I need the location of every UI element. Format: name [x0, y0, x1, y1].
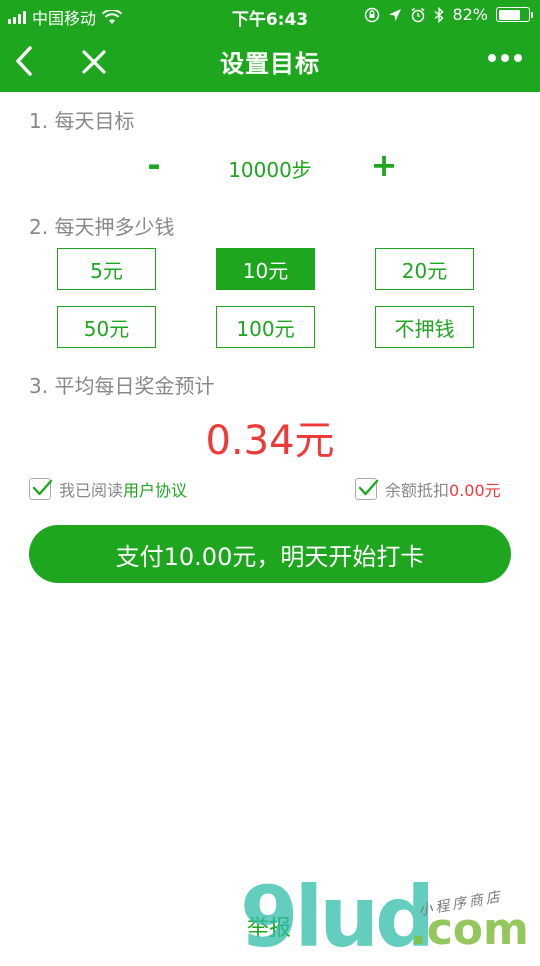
status-bar: 中国移动 下午6:43 82% — [0, 0, 540, 30]
watermark-sub: 小程序商店 — [417, 888, 504, 920]
deposit-options: 5元 10元 20元 50元 100元 不押钱 — [57, 248, 477, 352]
balance-amount: 0.00元 — [449, 481, 501, 500]
checkmark-icon — [358, 479, 379, 496]
deposit-option-10[interactable]: 10元 — [216, 248, 315, 290]
increase-steps-button[interactable]: + — [364, 145, 404, 185]
location-icon — [389, 8, 402, 21]
bluetooth-icon — [434, 6, 444, 23]
deposit-option-none[interactable]: 不押钱 — [375, 306, 474, 348]
checkmark-icon — [32, 479, 53, 496]
step-goal-value: 10000步 — [228, 158, 312, 182]
user-agreement-link[interactable]: 用户协议 — [123, 481, 187, 500]
alarm-icon — [411, 7, 425, 22]
deposit-title: 2. 每天押多少钱 — [29, 215, 175, 239]
deposit-option-20[interactable]: 20元 — [375, 248, 474, 290]
step-goal-title: 1. 每天目标 — [29, 109, 135, 133]
decrease-steps-button[interactable]: - — [134, 145, 174, 185]
orientation-lock-icon — [365, 7, 380, 22]
battery-percent: 82% — [452, 5, 488, 24]
balance-label: 余额抵扣 — [385, 481, 450, 500]
agreement-prefix: 我已阅读 — [59, 481, 124, 500]
watermark-dotcom: .com — [410, 904, 529, 955]
report-link[interactable]: 举报 — [247, 910, 291, 942]
pay-button[interactable]: 支付10.00元，明天开始打卡 — [29, 525, 511, 583]
balance-row: 余额抵扣0.00元 — [355, 477, 501, 501]
balance-checkbox[interactable] — [355, 478, 379, 500]
battery-icon — [496, 7, 533, 22]
more-dots-icon[interactable] — [488, 54, 522, 62]
reward-title: 3. 平均每日奖金预计 — [29, 374, 215, 398]
deposit-option-100[interactable]: 100元 — [216, 306, 315, 348]
deposit-option-50[interactable]: 50元 — [57, 306, 156, 348]
status-right: 82% — [364, 5, 533, 24]
reward-amount: 0.34元 — [205, 418, 335, 464]
agreement-row: 我已阅读用户协议 — [29, 477, 187, 501]
deposit-option-5[interactable]: 5元 — [57, 248, 156, 290]
nav-bar: 设置目标 — [0, 30, 540, 92]
agreement-checkbox[interactable] — [29, 478, 53, 500]
page-title: 设置目标 — [220, 50, 320, 78]
